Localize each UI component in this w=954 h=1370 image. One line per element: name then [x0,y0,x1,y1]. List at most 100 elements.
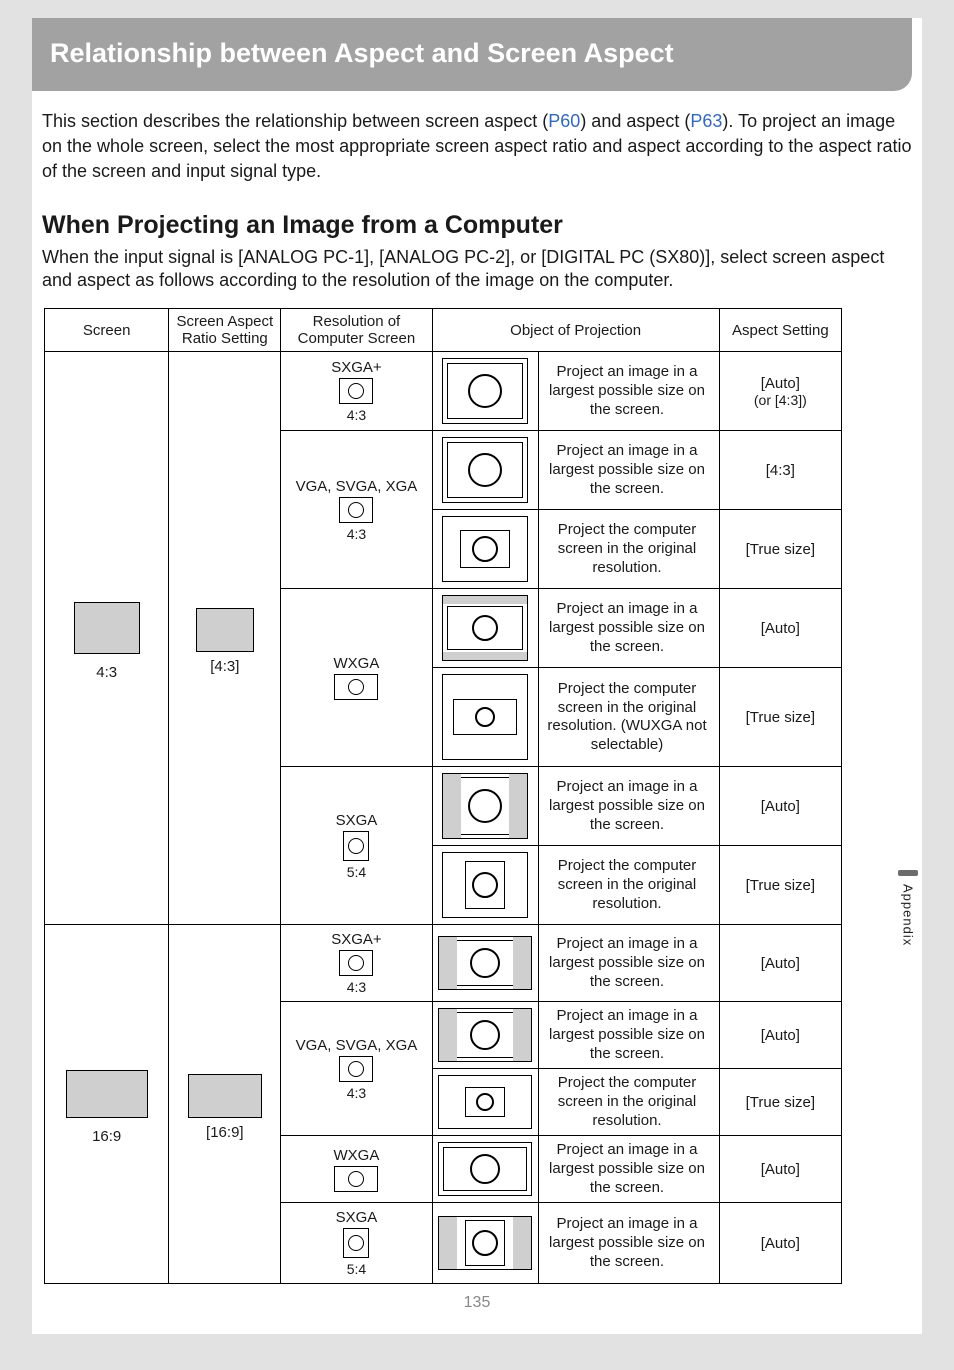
ratio-169-cell: [16:9] [169,925,281,1284]
page-title: Relationship between Aspect and Screen A… [50,38,674,68]
res-sxga-icon [343,831,369,861]
screen-43-cell: 4:3 [45,352,169,925]
res-wxga-label: WXGA [334,655,380,672]
proj-txt-5: Project the computer screen in the origi… [539,668,719,767]
proj-txt-6: Project an image in a largest possible s… [539,767,719,846]
screen-169-label: 16:9 [45,1128,168,1145]
res-sxga-label: SXGA [336,812,378,829]
proj-img-7 [432,846,539,925]
res-vga-label-169: VGA, SVGA, XGA [296,1037,418,1054]
res-wxga-43: WXGA [281,589,432,767]
proj-img-3 [432,510,539,589]
res-vga-169: VGA, SVGA, XGA 4:3 [281,1002,432,1136]
ratio-43-label: [4:3] [169,658,280,675]
aspect-4: [Auto] [719,589,841,668]
proj-txt-3: Project the computer screen in the origi… [539,510,719,589]
th-screen: Screen [45,309,169,352]
res-sxgap-icon [339,378,373,404]
proj-txt-11: Project an image in a largest possible s… [539,1136,719,1203]
res-vga-icon-169 [339,1056,373,1082]
aspect-7: [True size] [719,846,841,925]
res-wxga-icon [334,674,378,700]
link-p60[interactable]: P60 [548,111,580,131]
aspect-2: [4:3] [719,431,841,510]
aspect-9: [Auto] [719,1002,841,1069]
res-vga-icon [339,497,373,523]
page: Relationship between Aspect and Screen A… [32,18,922,1334]
intro-text-3: ). [722,111,733,131]
proj-txt-12: Project an image in a largest possible s… [539,1203,719,1284]
res-sxgap-label-169: SXGA+ [331,931,381,948]
proj-txt-10: Project the computer screen in the origi… [539,1069,719,1136]
th-aspect: Aspect Setting [719,309,841,352]
section-intro: When the input signal is [ANALOG PC-1], … [32,246,922,303]
res-vga-ratio: 4:3 [347,526,366,542]
aspect-11: [Auto] [719,1136,841,1203]
proj-img-12 [432,1203,539,1284]
screen-169-cell: 16:9 [45,925,169,1284]
res-vga-label: VGA, SVGA, XGA [296,478,418,495]
proj-img-11 [432,1136,539,1203]
side-tab-marker [898,870,918,876]
aspect-5: [True size] [719,668,841,767]
link-p63[interactable]: P63 [690,111,722,131]
proj-txt-1: Project an image in a largest possible s… [539,352,719,431]
aspect-8: [Auto] [719,925,841,1002]
res-sxga-icon-169 [343,1228,369,1258]
aspect-12: [Auto] [719,1203,841,1284]
ratio-169-label: [16:9] [169,1124,280,1141]
proj-img-2 [432,431,539,510]
ratio-43-icon [196,608,254,652]
res-vga-43: VGA, SVGA, XGA 4:3 [281,431,432,589]
intro-text: This section describes the relationship … [42,111,548,131]
proj-img-9 [432,1002,539,1069]
aspect-1-main: [Auto] [761,375,800,392]
intro-text-2: ) and aspect ( [580,111,690,131]
res-sxga-43: SXGA 5:4 [281,767,432,925]
res-wxga-169: WXGA [281,1136,432,1203]
side-tab-label: Appendix [901,884,916,946]
res-wxga-icon-169 [334,1166,378,1192]
intro-paragraph: This section describes the relationship … [32,91,922,185]
aspect-1: [Auto] (or [4:3]) [719,352,841,431]
aspect-3: [True size] [719,510,841,589]
res-sxga-169: SXGA 5:4 [281,1203,432,1284]
section-heading: When Projecting an Image from a Computer [32,185,922,246]
screen-169-icon [66,1070,148,1118]
aspect-6: [Auto] [719,767,841,846]
res-vga-ratio-169: 4:3 [347,1085,366,1101]
res-sxga-label-169: SXGA [336,1209,378,1226]
res-wxga-label-169: WXGA [334,1147,380,1164]
res-sxga-ratio: 5:4 [347,864,366,880]
ratio-43-cell: [4:3] [169,352,281,925]
res-sxgap-169: SXGA+ 4:3 [281,925,432,1002]
proj-img-4 [432,589,539,668]
proj-img-1 [432,352,539,431]
proj-img-5 [432,668,539,767]
ratio-169-icon [188,1074,262,1118]
aspect-1-sub: (or [4:3]) [720,392,841,408]
screen-43-label: 4:3 [45,664,168,681]
res-sxgap-label: SXGA+ [331,359,381,376]
screen-43-icon [74,602,140,654]
res-sxgap-icon-169 [339,950,373,976]
proj-img-8 [432,925,539,1002]
aspect-table: Screen Screen Aspect Ratio Setting Resol… [44,308,842,1284]
proj-txt-7: Project the computer screen in the origi… [539,846,719,925]
side-tab: Appendix [898,870,918,946]
th-res: Resolution of Computer Screen [281,309,432,352]
proj-txt-4: Project an image in a largest possible s… [539,589,719,668]
proj-img-6 [432,767,539,846]
proj-img-10 [432,1069,539,1136]
res-sxga-ratio-169: 5:4 [347,1261,366,1277]
res-sxgap-ratio-169: 4:3 [347,979,366,995]
proj-txt-2: Project an image in a largest possible s… [539,431,719,510]
th-obj: Object of Projection [432,309,719,352]
res-sxgap-43: SXGA+ 4:3 [281,352,432,431]
proj-txt-9: Project an image in a largest possible s… [539,1002,719,1069]
proj-txt-8: Project an image in a largest possible s… [539,925,719,1002]
th-ratio: Screen Aspect Ratio Setting [169,309,281,352]
page-number: 135 [32,1294,922,1312]
res-sxgap-ratio: 4:3 [347,407,366,423]
aspect-10: [True size] [719,1069,841,1136]
